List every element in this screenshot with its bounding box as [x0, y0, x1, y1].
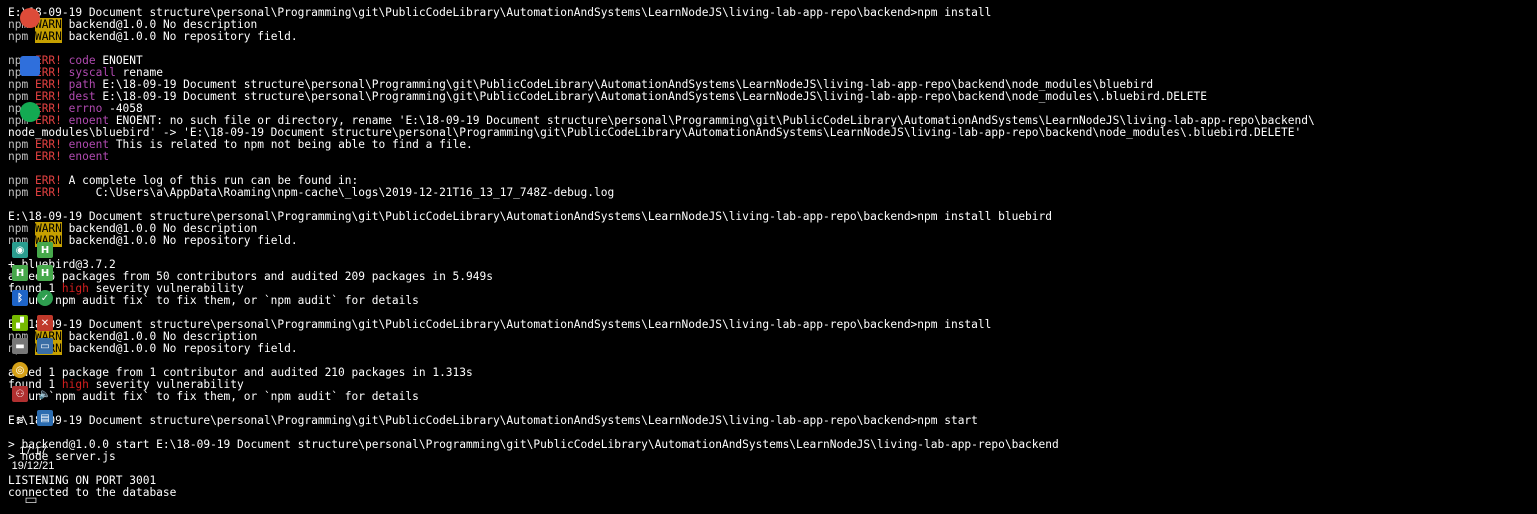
console-line: npm ERR! C:\Users\a\AppData\Roaming\npm-… [8, 187, 1537, 199]
phone-link-icon[interactable]: ✓ [37, 290, 53, 306]
nvidia-icon[interactable]: ▞ [12, 315, 28, 331]
console-text: backend@1.0.0 No repository field. [61, 30, 298, 43]
clock-date[interactable]: 19/12/21 [6, 460, 60, 472]
console-line: npm ERR! dest E:\18-09-19 Document struc… [8, 91, 1537, 103]
hc-icon-1[interactable]: H [37, 242, 53, 258]
console-text: C:\Users\a\AppData\Roaming\npm-cache\_lo… [61, 186, 615, 199]
console-line: npm WARN backend@1.0.0 No repository fie… [8, 30, 1537, 43]
hc-icon-3[interactable]: H [37, 265, 53, 281]
console-line: run `npm audit fix` to fix them, or `npm… [8, 391, 1537, 403]
console-line: npm WARN backend@1.0.0 No repository fie… [8, 234, 1537, 247]
console-line: > node server.js [8, 451, 1537, 463]
bluetooth-icon[interactable]: ᛒ [12, 290, 28, 306]
console-text: This is related to npm not being able to… [109, 138, 473, 151]
console-line: npm WARN backend@1.0.0 No repository fie… [8, 342, 1537, 355]
windows-icon[interactable]: ▤ [37, 410, 53, 426]
console-text: enoent [68, 150, 110, 163]
console-text: E:\18-09-19 Document structure\personal\… [95, 90, 1207, 103]
console-text: > backend@1.0.0 start E:\18-09-19 Docume… [8, 438, 1059, 451]
hc-icon-2[interactable]: H [12, 265, 28, 281]
drive-icon[interactable]: ▬ [12, 338, 28, 354]
taskbar: ◉ H H H ᛒ ✓ ▞ ✕ ▬ ▭ ◎ 🔈 ⚇ ▤ ≋ 17:17 19/1… [0, 0, 64, 514]
webstorm-icon[interactable] [20, 56, 40, 76]
eye-icon[interactable]: ◉ [12, 242, 28, 258]
console-text: backend@1.0.0 No repository field. [61, 234, 298, 247]
chrome-icon[interactable] [20, 8, 40, 28]
network-globe-icon[interactable]: ◎ [12, 362, 28, 378]
volume-icon[interactable]: 🔈 [37, 386, 53, 402]
console-line: E:\18-09-19 Document structure\personal\… [8, 415, 1537, 427]
console-text: backend@1.0.0 No repository field. [61, 342, 298, 355]
console-line: npm ERR! enoent [8, 151, 1537, 163]
console-line: LISTENING ON PORT 3001 [8, 475, 1537, 487]
clock-time[interactable]: 17:17 [6, 445, 60, 457]
console-text: E:\18-09-19 Document structure\personal\… [8, 414, 978, 427]
security-alert-icon[interactable]: ✕ [37, 315, 53, 331]
console-line: connected to the database [8, 487, 1537, 499]
wifi-icon[interactable]: ≋ [12, 412, 28, 428]
console-line: > backend@1.0.0 start E:\18-09-19 Docume… [8, 439, 1537, 451]
console-output[interactable]: E:\18-09-19 Document structure\personal\… [8, 7, 1537, 514]
console-text: run `npm audit fix` to fix them, or `npm… [8, 390, 419, 403]
notification-center-icon[interactable]: ▭ [23, 492, 39, 508]
people-icon[interactable]: ⚇ [12, 386, 28, 402]
monitor-icon[interactable]: ▭ [37, 338, 53, 354]
console-text: run `npm audit fix` to fix them, or `npm… [8, 294, 419, 307]
console-line: npm ERR! code ENOENT [8, 55, 1537, 67]
mongodb-compass-icon[interactable] [20, 102, 40, 122]
console-line: npm ERR! enoent This is related to npm n… [8, 139, 1537, 151]
console-line: run `npm audit fix` to fix them, or `npm… [8, 295, 1537, 307]
